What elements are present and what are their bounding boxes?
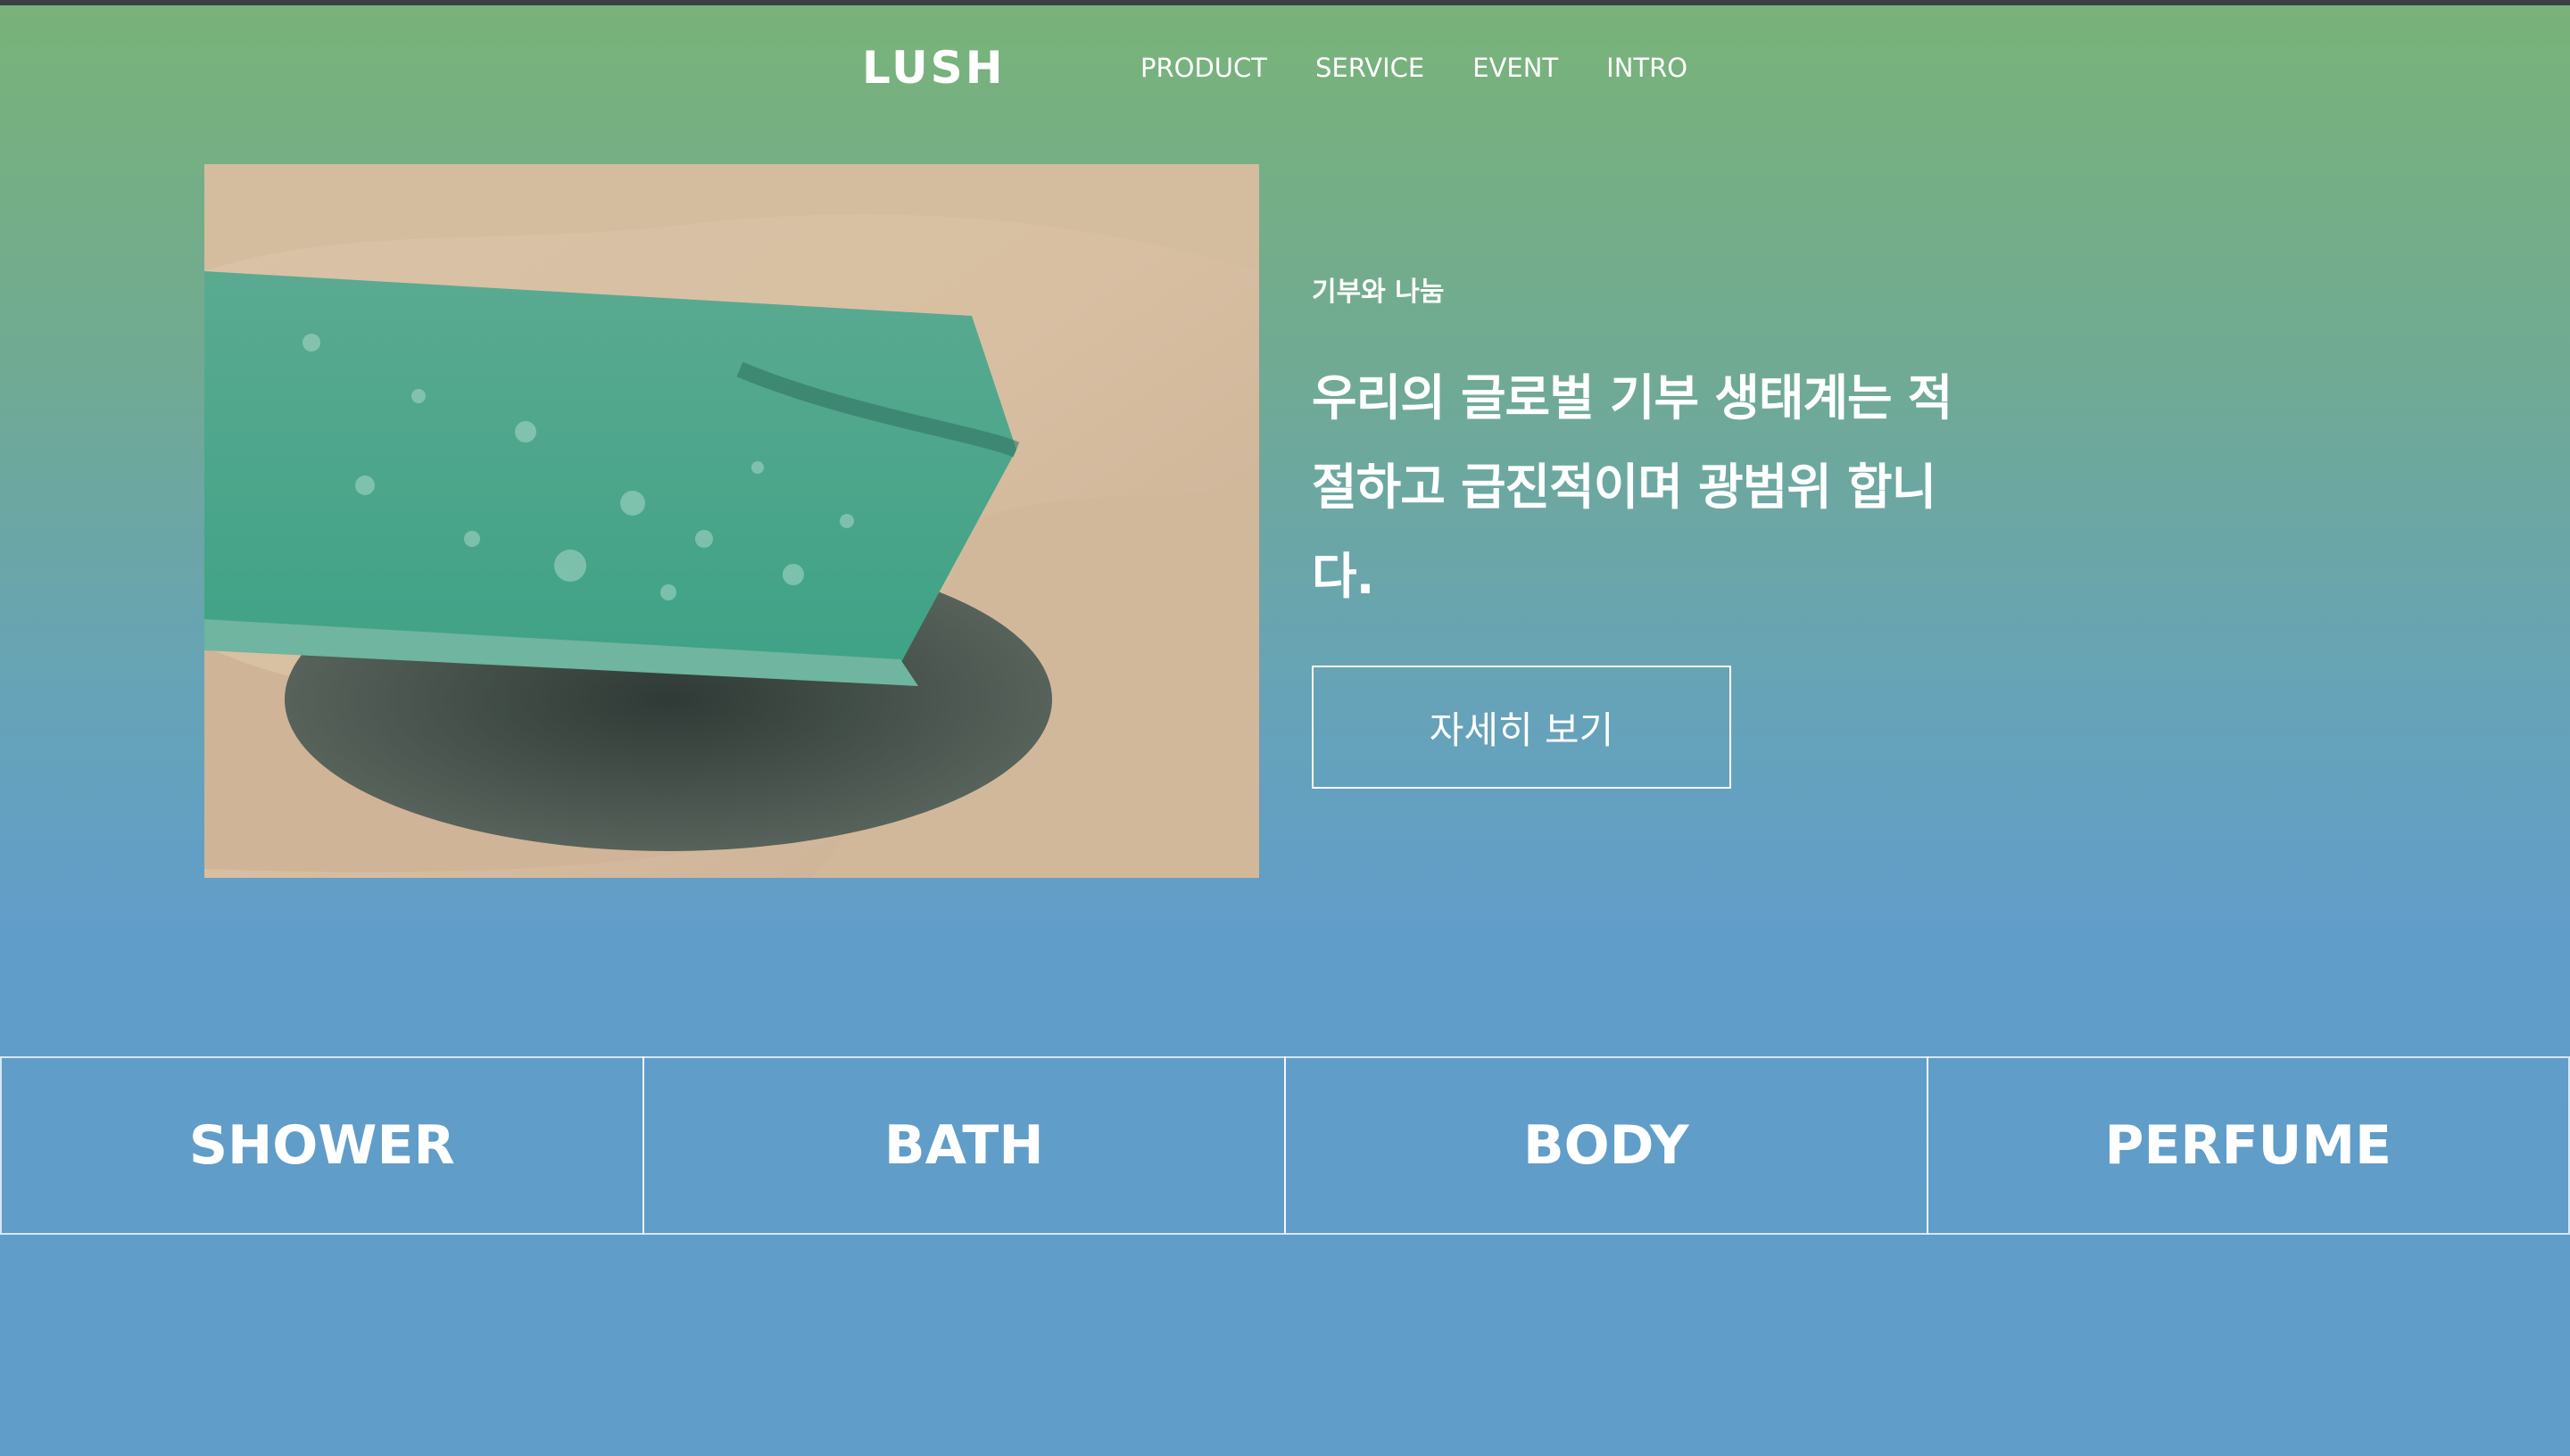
- view-details-button[interactable]: 자세히 보기: [1312, 666, 1731, 789]
- lush-logo[interactable]: LUSH: [862, 39, 1006, 96]
- hero-soap-image: [204, 164, 1259, 878]
- category-perfume[interactable]: PERFUME: [1926, 1056, 2570, 1235]
- category-body[interactable]: BODY: [1284, 1056, 1928, 1235]
- category-bar: SHOWER BATH BODY PERFUME: [0, 1056, 2570, 1235]
- nav-item-service[interactable]: SERVICE: [1315, 50, 1424, 86]
- nav-item-product[interactable]: PRODUCT: [1140, 50, 1267, 86]
- category-shower[interactable]: SHOWER: [0, 1056, 644, 1235]
- main-nav: PRODUCT SERVICE EVENT INTRO: [1140, 50, 1736, 86]
- hero-eyebrow: 기부와 나눔: [1312, 277, 1445, 308]
- hero-text-block: 기부와 나눔 우리의 글로벌 기부 생태계는 적절하고 급진적이며 광범위 합니…: [1312, 268, 2115, 621]
- nav-item-intro[interactable]: INTRO: [1606, 50, 1687, 86]
- nav-item-event[interactable]: EVENT: [1472, 50, 1558, 86]
- category-bath[interactable]: BATH: [642, 1056, 1286, 1235]
- site-header: LUSH PRODUCT SERVICE EVENT INTRO: [0, 5, 2570, 130]
- hero-headline: 우리의 글로벌 기부 생태계는 적절하고 급진적이며 광범위 합니다.: [1312, 369, 1952, 605]
